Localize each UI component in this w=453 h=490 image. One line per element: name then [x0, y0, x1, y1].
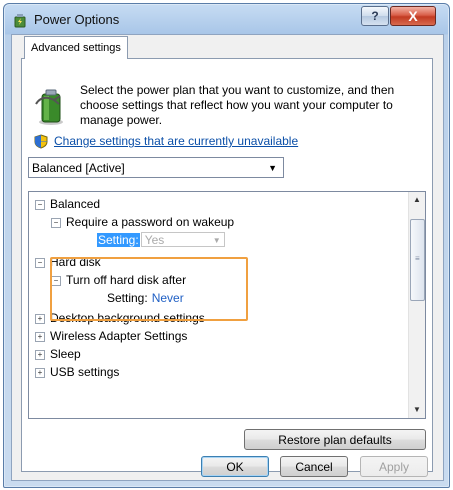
chevron-down-icon: ▼: [268, 163, 277, 173]
chevron-down-icon: ▼: [212, 236, 221, 245]
power-options-window: Power Options ? X Advanced settings Sele…: [3, 3, 450, 488]
ok-button[interactable]: OK: [201, 456, 269, 477]
setting-label: Setting:: [107, 291, 148, 305]
cancel-button[interactable]: Cancel: [280, 456, 348, 477]
close-button[interactable]: X: [390, 6, 436, 26]
tree-node-desktop-background[interactable]: + Desktop background settings: [35, 310, 205, 326]
tree-label: Wireless Adapter Settings: [50, 329, 188, 343]
tree-label: Require a password on wakeup: [66, 215, 235, 229]
scroll-up-icon[interactable]: ▲: [409, 192, 425, 208]
change-settings-link[interactable]: Change settings that are currently unava…: [54, 134, 298, 148]
tree-label: Turn off hard disk after: [66, 273, 187, 287]
expand-icon[interactable]: +: [35, 349, 45, 360]
tree-label: Sleep: [50, 347, 81, 361]
tree-node-require-setting[interactable]: Setting: Yes ▼: [97, 232, 225, 248]
uac-shield-icon: [34, 134, 48, 149]
dialog-body: Advanced settings Select the power plan …: [11, 34, 444, 481]
require-password-combo[interactable]: Yes ▼: [140, 232, 225, 247]
title-bar[interactable]: Power Options ? X: [4, 4, 449, 34]
power-options-icon: [14, 14, 26, 28]
combo-value: Yes: [144, 233, 165, 247]
tab-advanced-settings[interactable]: Advanced settings: [24, 36, 128, 59]
apply-button[interactable]: Apply: [360, 456, 428, 477]
tree-node-disk-setting[interactable]: Setting: Never: [107, 290, 184, 306]
vertical-scrollbar[interactable]: ▲ ≡ ▼: [408, 192, 425, 418]
help-button[interactable]: ?: [361, 6, 389, 26]
setting-label: Setting:: [97, 233, 140, 247]
tree-label: Desktop background settings: [50, 311, 205, 325]
tree-label: Hard disk: [50, 255, 101, 269]
tree-label: USB settings: [50, 365, 120, 379]
tree-node-require-password[interactable]: − Require a password on wakeup: [51, 214, 234, 230]
advanced-settings-panel: Select the power plan that you want to c…: [21, 58, 433, 472]
tree-node-balanced[interactable]: − Balanced: [35, 196, 100, 212]
expand-icon[interactable]: +: [35, 313, 45, 324]
scroll-down-icon[interactable]: ▼: [409, 402, 425, 418]
battery-power-icon: [35, 89, 63, 125]
restore-defaults-button[interactable]: Restore plan defaults: [244, 429, 426, 450]
collapse-icon[interactable]: −: [51, 217, 61, 228]
expand-icon[interactable]: +: [35, 367, 45, 378]
tree-node-usb[interactable]: + USB settings: [35, 364, 119, 380]
tree-node-turn-off-disk[interactable]: − Turn off hard disk after: [51, 272, 186, 288]
tree-node-hard-disk[interactable]: − Hard disk: [35, 254, 101, 270]
collapse-icon[interactable]: −: [51, 275, 61, 286]
collapse-icon[interactable]: −: [35, 199, 45, 210]
window-title: Power Options: [34, 12, 120, 27]
tree-node-wireless[interactable]: + Wireless Adapter Settings: [35, 328, 187, 344]
collapse-icon[interactable]: −: [35, 257, 45, 268]
plan-select-value: Balanced [Active]: [32, 161, 125, 175]
tree-label: Balanced: [50, 197, 101, 211]
power-plan-select[interactable]: Balanced [Active] ▼: [28, 157, 284, 178]
expand-icon[interactable]: +: [35, 331, 45, 342]
intro-text: Select the power plan that you want to c…: [80, 83, 395, 127]
settings-tree[interactable]: − Balanced − Require a password on wakeup …: [28, 191, 426, 419]
setting-value-link[interactable]: Never: [152, 291, 184, 305]
grip-icon: ≡: [415, 254, 420, 263]
scroll-thumb[interactable]: ≡: [410, 219, 425, 301]
tree-node-sleep[interactable]: + Sleep: [35, 346, 81, 362]
